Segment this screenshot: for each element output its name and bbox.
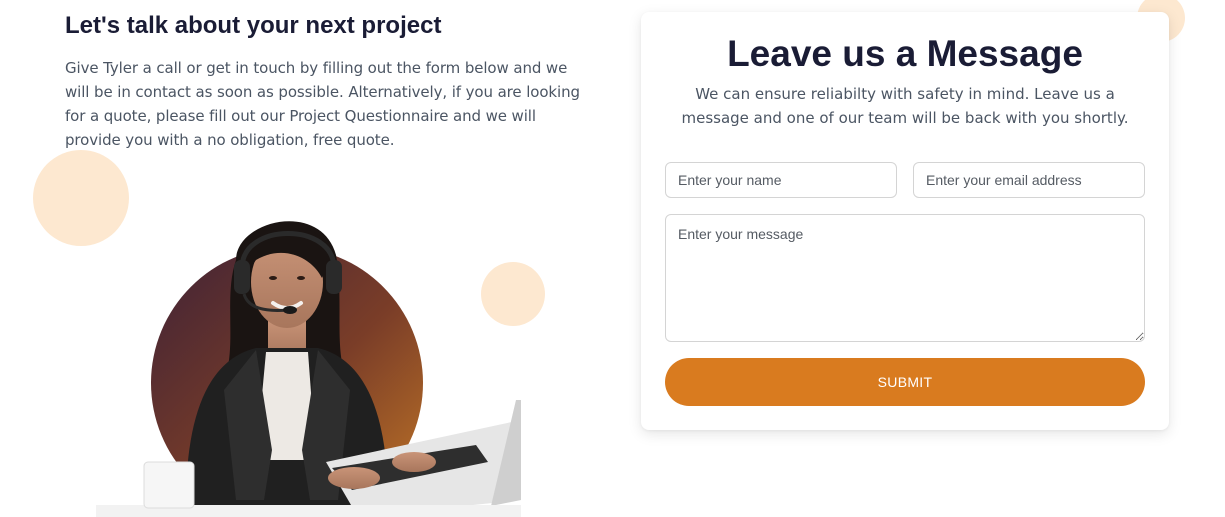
intro-paragraph: Give Tyler a call or get in touch by fil…: [65, 59, 580, 149]
contact-form-card: Leave us a Message We can ensure reliabi…: [641, 12, 1169, 430]
message-textarea[interactable]: [665, 214, 1145, 342]
email-input[interactable]: [913, 162, 1145, 198]
submit-button[interactable]: SUBMIT: [665, 358, 1145, 406]
contact-intro: Let's talk about your next project Give …: [65, 12, 595, 152]
intro-heading: Let's talk about your next project: [65, 12, 442, 39]
form-title: Leave us a Message: [727, 33, 1083, 74]
support-agent-image: [96, 200, 521, 517]
form-subtitle: We can ensure reliabilty with safety in …: [681, 85, 1129, 127]
name-input[interactable]: [665, 162, 897, 198]
